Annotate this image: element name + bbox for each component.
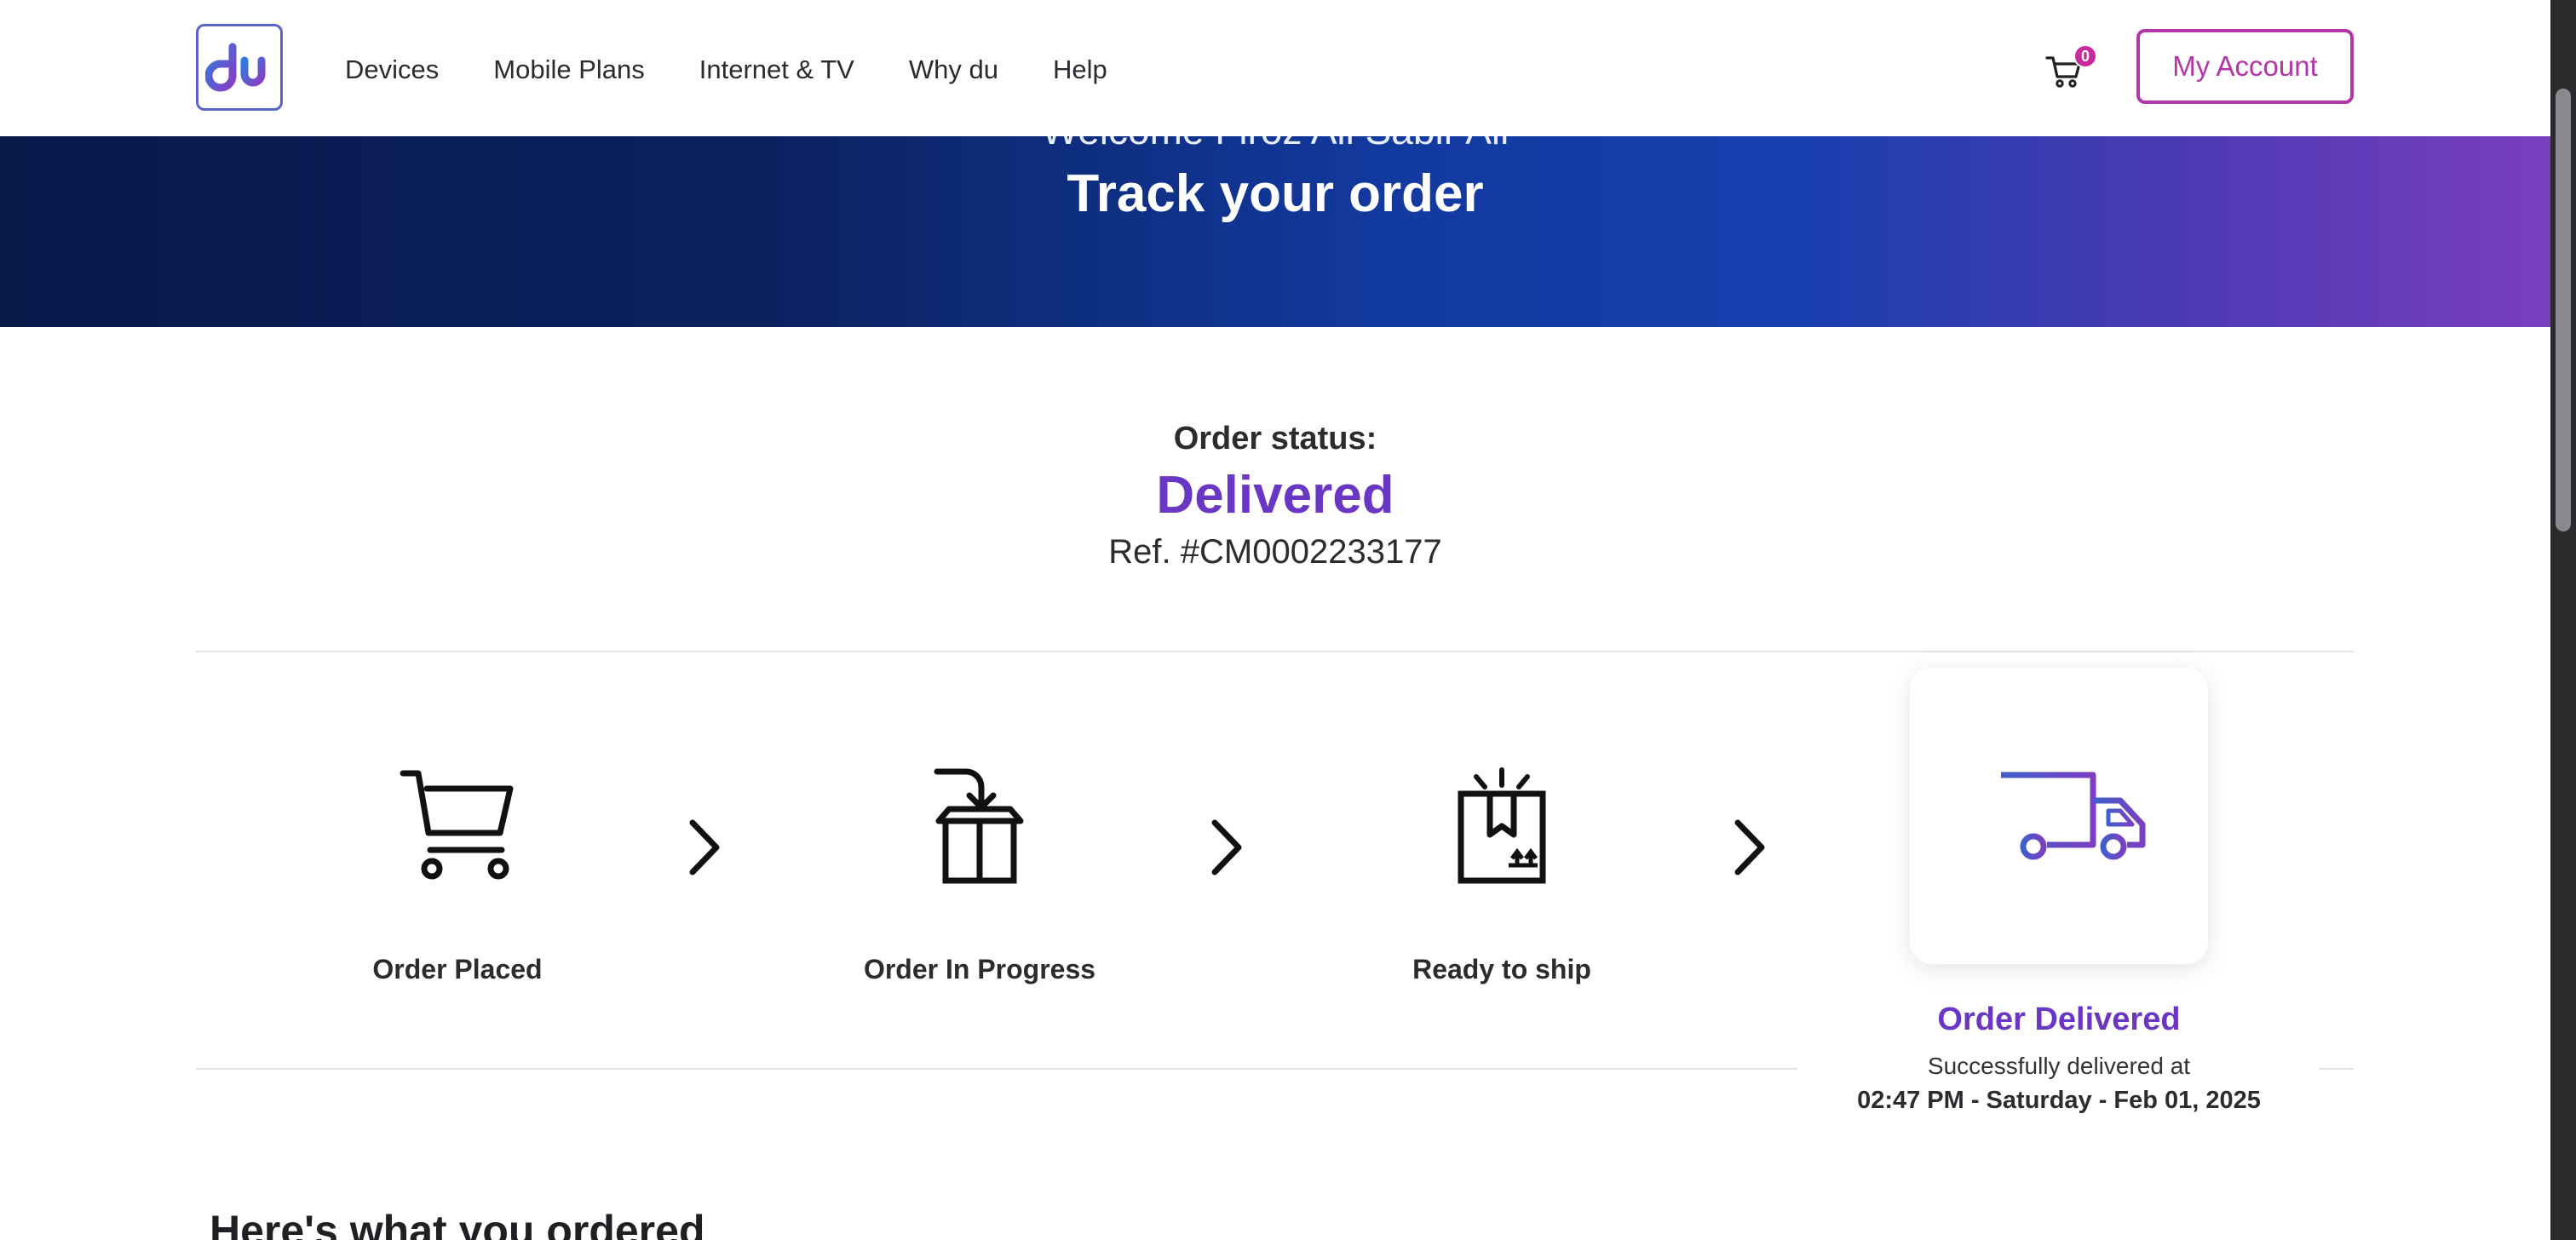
cart-count-badge: 0 xyxy=(2073,44,2097,68)
chevron-right-icon xyxy=(1211,819,1242,875)
delivered-subtitle: Successfully delivered at xyxy=(1927,1053,2191,1079)
page: Devices Mobile Plans Internet & TV Why d… xyxy=(0,0,2550,1240)
chevron-right-icon xyxy=(689,819,720,875)
my-account-button[interactable]: My Account xyxy=(2136,29,2354,104)
site-header: Devices Mobile Plans Internet & TV Why d… xyxy=(0,0,2550,136)
order-status-value: Delivered xyxy=(1156,466,1394,525)
divider-top xyxy=(196,651,2354,652)
step-label-ready-to-ship: Ready to ship xyxy=(1412,954,1591,985)
box-packing-icon xyxy=(934,768,1024,884)
hero-banner: Welcome Firoz Ali Sabir Ali Track your o… xyxy=(0,136,2550,327)
chevron-right-icon xyxy=(1734,819,1765,875)
step-label-order-placed: Order Placed xyxy=(372,954,543,985)
nav-mobile-plans[interactable]: Mobile Plans xyxy=(493,55,644,85)
divider-bottom-right xyxy=(2319,1068,2354,1070)
order-status-label: Order status: xyxy=(1173,421,1377,456)
step-label-order-delivered: Order Delivered xyxy=(1937,1002,2181,1037)
delivered-step-card xyxy=(1910,668,2208,964)
du-logo-mark xyxy=(205,43,266,92)
cart-button[interactable]: 0 xyxy=(2044,44,2097,95)
main-nav: Devices Mobile Plans Internet & TV Why d… xyxy=(345,0,1162,140)
page-scrollbar[interactable] xyxy=(2550,0,2576,1240)
divider-bottom-left xyxy=(196,1068,1797,1070)
du-logo[interactable] xyxy=(196,24,283,111)
delivered-timestamp: 02:47 PM - Saturday - Feb 01, 2025 xyxy=(1857,1087,2261,1114)
package-ready-icon xyxy=(1458,767,1546,884)
nav-help[interactable]: Help xyxy=(1053,55,1107,85)
order-reference: Ref. #CM0002233177 xyxy=(1108,533,1442,571)
nav-internet-tv[interactable]: Internet & TV xyxy=(699,55,854,85)
step-label-order-in-progress: Order In Progress xyxy=(863,954,1096,985)
ordered-items-heading: Here's what you ordered xyxy=(210,1207,705,1240)
cart-icon xyxy=(400,770,514,880)
scrollbar-thumb[interactable] xyxy=(2556,89,2571,531)
page-title: Track your order xyxy=(1067,164,1484,223)
nav-devices[interactable]: Devices xyxy=(345,55,439,85)
nav-why-du[interactable]: Why du xyxy=(909,55,998,85)
delivery-truck-icon xyxy=(1966,772,2146,860)
